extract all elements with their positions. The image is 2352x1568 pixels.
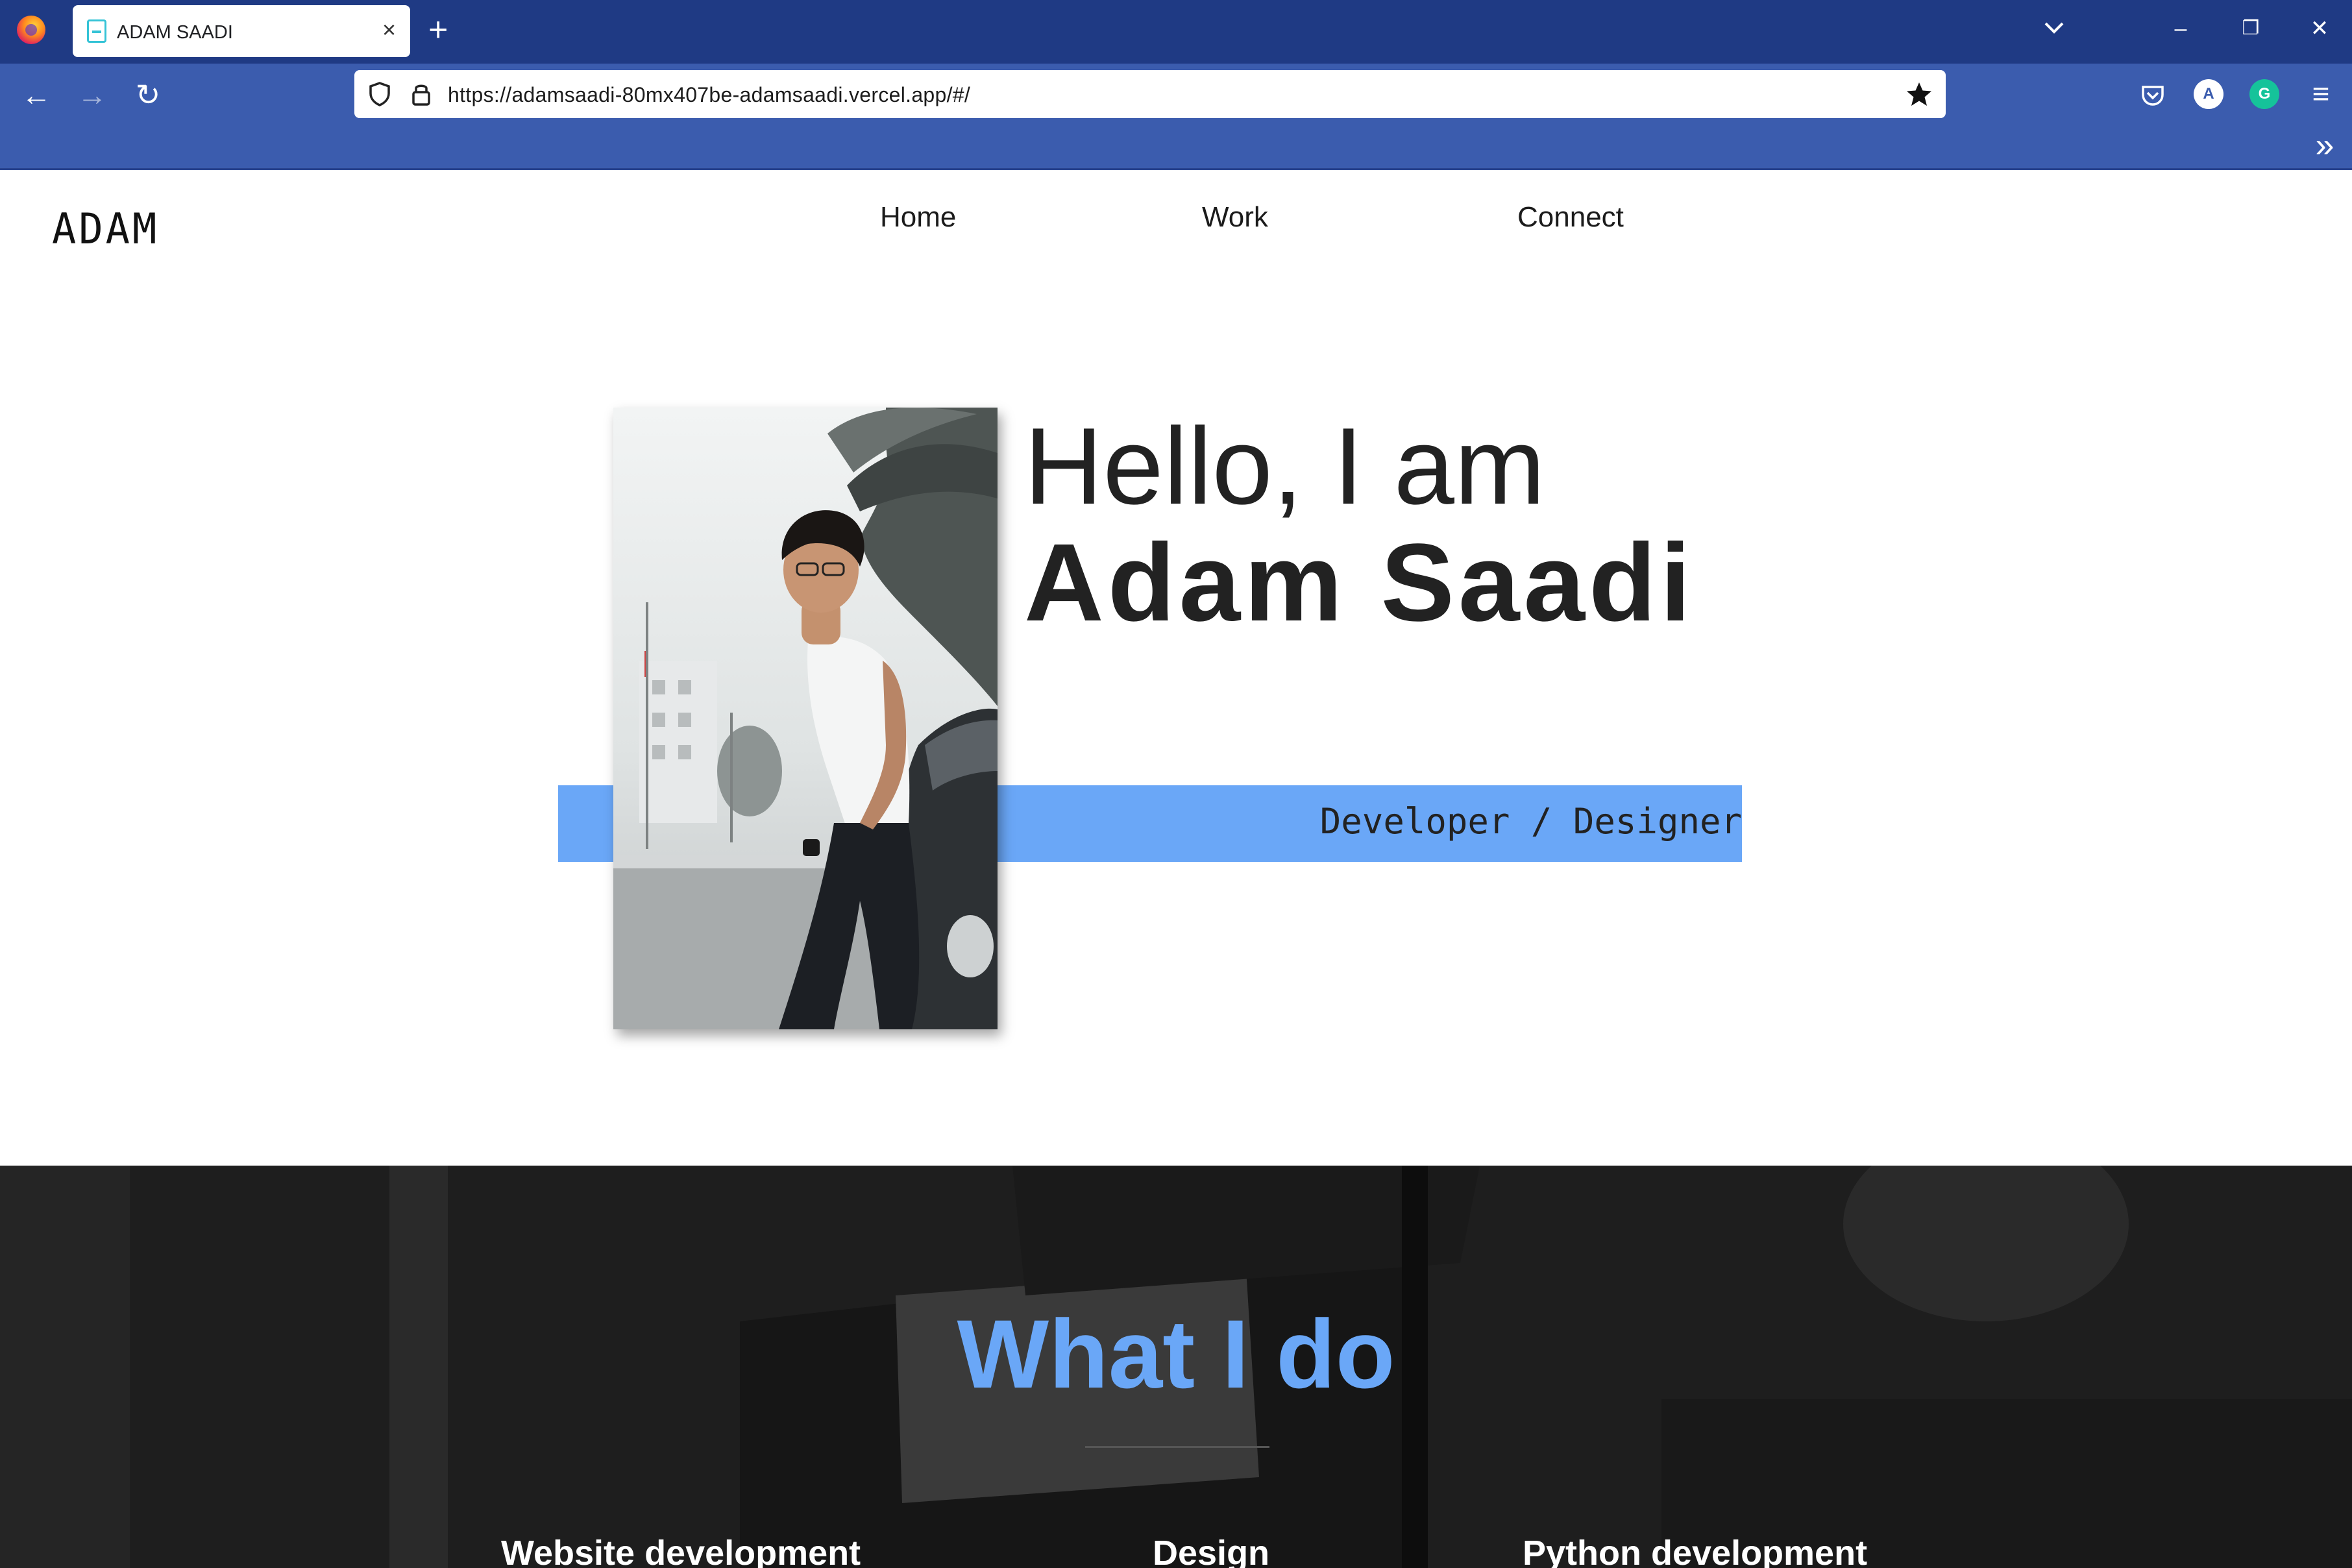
hamburger-menu-icon[interactable]: ≡ (2300, 73, 2342, 114)
firefox-logo-icon[interactable] (17, 16, 45, 44)
tab-bar: ADAM SAADI × + – ❐ ✕ (0, 0, 2352, 64)
service-python-development: Python development (1523, 1534, 1868, 1568)
tab-close-icon[interactable]: × (382, 17, 396, 43)
nav-link-connect[interactable]: Connect (1517, 201, 1624, 234)
page-favicon-icon (87, 19, 106, 43)
close-window-button[interactable]: ✕ (2300, 9, 2339, 48)
pocket-icon[interactable] (2138, 80, 2168, 110)
service-design: Design (1153, 1534, 1270, 1568)
nav-link-home[interactable]: Home (880, 201, 956, 234)
forward-button[interactable]: → (71, 74, 113, 116)
role-text: Developer / Designer (1319, 801, 1742, 842)
grammarly-extension-icon[interactable]: G (2249, 79, 2279, 109)
services-title: What I do (957, 1299, 1395, 1408)
back-button[interactable]: ← (16, 74, 57, 116)
chevron-down-icon[interactable] (2038, 12, 2070, 44)
hero-greeting: Hello, I am (1024, 405, 1545, 527)
browser-window: ADAM SAADI × + – ❐ ✕ ← → ↻ https://adams… (0, 0, 2352, 1568)
shield-icon[interactable] (365, 79, 395, 109)
overflow-chevron-icon[interactable]: » (2304, 125, 2346, 166)
service-website-development: Website development (501, 1534, 861, 1568)
hero-section (0, 270, 2352, 1166)
address-bar[interactable]: https://adamsaadi-80mx407be-adamsaadi.ve… (354, 70, 1946, 118)
site-header: ADAM Home Work Connect (0, 170, 2352, 270)
site-logo[interactable]: ADAM (52, 204, 159, 254)
hero-name: Adam Saadi (1024, 521, 1695, 644)
url-text[interactable]: https://adamsaadi-80mx407be-adamsaadi.ve… (448, 83, 970, 107)
minimize-button[interactable]: – (2161, 9, 2200, 48)
browser-toolbar: ← → ↻ https://adamsaadi-80mx407be-adamsa… (0, 64, 2352, 170)
profile-photo (613, 408, 998, 1029)
nav-link-work[interactable]: Work (1202, 201, 1268, 234)
restore-button[interactable]: ❐ (2231, 9, 2270, 48)
tab-active[interactable]: ADAM SAADI × (73, 5, 410, 57)
account-avatar[interactable]: A (2194, 79, 2223, 109)
bookmark-star-icon[interactable] (1904, 79, 1934, 109)
lock-icon[interactable] (406, 79, 436, 109)
new-tab-button[interactable]: + (428, 9, 448, 51)
title-divider (1085, 1446, 1269, 1448)
tab-title: ADAM SAADI (117, 22, 233, 43)
reload-button[interactable]: ↻ (127, 74, 169, 116)
